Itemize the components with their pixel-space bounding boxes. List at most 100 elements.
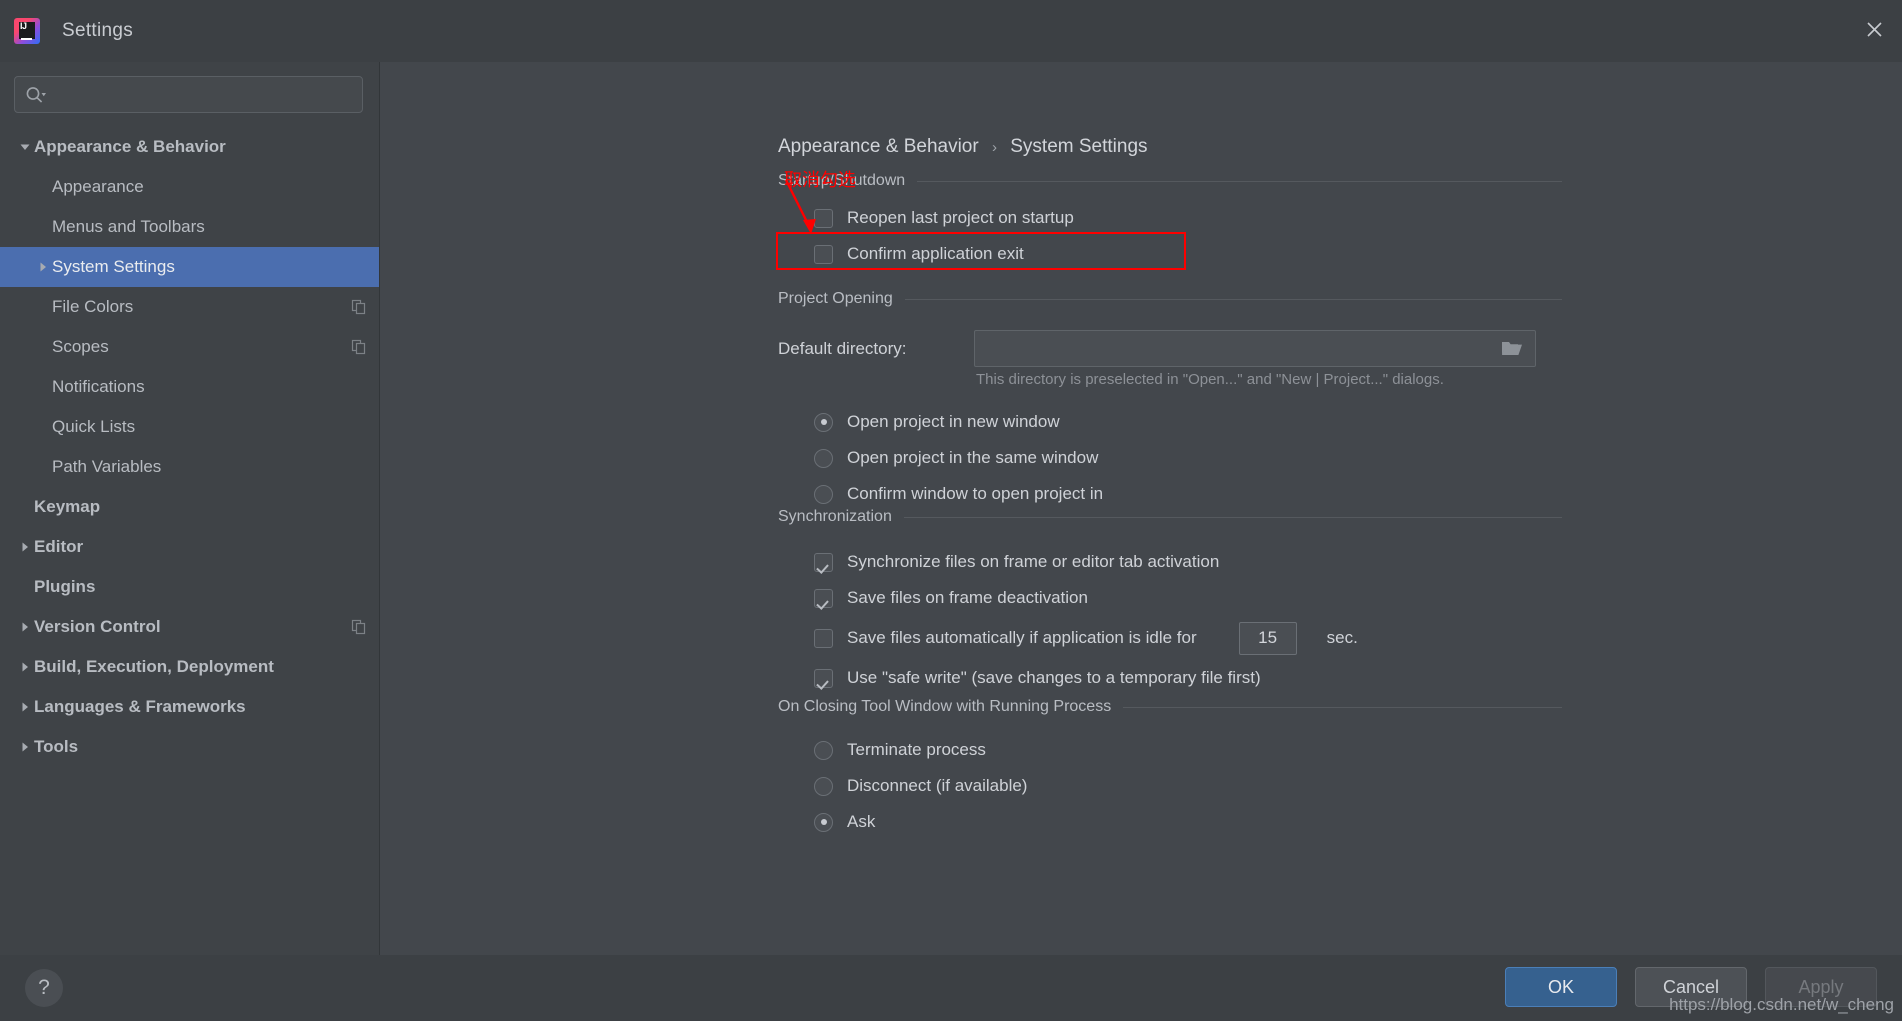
section-header: Project Opening [778, 290, 1562, 308]
sidebar-item-system-settings[interactable]: System Settings [0, 247, 379, 287]
confirm-window-radio[interactable] [814, 484, 833, 504]
sidebar-item-scopes[interactable]: Scopes [0, 327, 379, 367]
chevron-right-icon[interactable] [16, 658, 34, 676]
terminate-process-radio[interactable] [814, 740, 833, 760]
folder-icon[interactable] [1489, 331, 1535, 366]
radio-row-ask[interactable]: Ask [814, 804, 1562, 840]
search-box[interactable] [14, 76, 363, 113]
project-opening-radio-group: Open project in new window Open project … [778, 404, 1562, 512]
sidebar-item-plugins[interactable]: Plugins [0, 567, 379, 607]
chevron-down-icon[interactable] [16, 138, 34, 156]
radio-label: Confirm window to open project in [847, 484, 1104, 503]
save-files-on-frame-deactivation-checkbox[interactable] [814, 588, 833, 608]
breadcrumb: Appearance & Behavior › System Settings [778, 136, 1148, 158]
chevron-right-icon[interactable] [16, 538, 34, 556]
ok-button[interactable]: OK [1505, 967, 1617, 1007]
copy-icon[interactable] [351, 339, 367, 355]
save-files-automatically-checkbox[interactable] [814, 628, 833, 648]
sidebar-item-keymap[interactable]: Keymap [0, 487, 379, 527]
section-title: On Closing Tool Window with Running Proc… [778, 698, 1112, 715]
chevron-right-icon[interactable] [16, 738, 34, 756]
sidebar-item-quick-lists[interactable]: Quick Lists [0, 407, 379, 447]
default-directory-row: Default directory: [778, 330, 1562, 367]
radio-row-disconnect[interactable]: Disconnect (if available) [814, 768, 1562, 804]
copy-icon[interactable] [351, 299, 367, 315]
safe-write-checkbox[interactable] [814, 668, 833, 688]
section-title: Project Opening [778, 290, 893, 307]
chevron-right-icon[interactable] [16, 618, 34, 636]
checkbox-row-sync-files[interactable]: Synchronize files on frame or editor tab… [814, 544, 1562, 580]
sidebar-item-version-control[interactable]: Version Control [0, 607, 379, 647]
sidebar-item-menus-and-toolbars[interactable]: Menus and Toolbars [0, 207, 379, 247]
sidebar-item-label: Menus and Toolbars [52, 217, 205, 236]
radio-row-terminate-process[interactable]: Terminate process [814, 732, 1562, 768]
sidebar-item-label: Version Control [34, 617, 161, 636]
sidebar-item-label: Plugins [34, 577, 96, 596]
radio-label: Open project in the same window [847, 448, 1099, 467]
sidebar-item-label: System Settings [52, 257, 175, 276]
settings-sidebar: Appearance & Behavior Appearance Menus and… [0, 62, 380, 955]
section-header: Synchronization [778, 508, 1562, 526]
checkbox-label: Save files on frame deactivation [847, 588, 1088, 607]
radio-label: Open project in new window [847, 412, 1060, 431]
idle-seconds-field[interactable] [1238, 621, 1297, 655]
open-in-same-window-radio[interactable] [814, 448, 833, 468]
settings-tree: Appearance & Behavior Appearance Menus and… [0, 127, 379, 767]
sidebar-item-label: Scopes [52, 337, 109, 356]
ask-radio[interactable] [814, 812, 833, 832]
sidebar-item-build-execution-deployment[interactable]: Build, Execution, Deployment [0, 647, 379, 687]
sidebar-item-file-colors[interactable]: File Colors [0, 287, 379, 327]
search-icon [25, 85, 47, 105]
sidebar-item-appearance-behavior[interactable]: Appearance & Behavior [0, 127, 379, 167]
default-directory-field[interactable] [974, 330, 1536, 367]
sidebar-item-label: Appearance [52, 177, 144, 196]
radio-label: Ask [847, 812, 876, 831]
section-header: Startup/Shutdown [778, 172, 1562, 190]
radio-row-open-same-window[interactable]: Open project in the same window [814, 440, 1562, 476]
open-in-new-window-radio[interactable] [814, 412, 833, 432]
synchronize-files-checkbox[interactable] [814, 552, 833, 572]
radio-label: Disconnect (if available) [847, 776, 1028, 795]
sidebar-item-label: Editor [34, 537, 84, 556]
copy-icon[interactable] [351, 619, 367, 635]
sidebar-item-tools[interactable]: Tools [0, 727, 379, 767]
sidebar-item-label: Keymap [34, 497, 101, 516]
sidebar-item-appearance[interactable]: Appearance [0, 167, 379, 207]
radio-row-open-new-window[interactable]: Open project in new window [814, 404, 1562, 440]
window-title: Settings [62, 20, 134, 41]
help-button[interactable]: ? [25, 969, 63, 1007]
checkbox-row-save-on-deactivation[interactable]: Save files on frame deactivation [814, 580, 1562, 616]
breadcrumb-root[interactable]: Appearance & Behavior [778, 136, 979, 157]
sidebar-item-label: Appearance & Behavior [34, 137, 226, 156]
section-project-opening: Project Opening Default directory: This … [778, 290, 1562, 512]
sidebar-item-path-variables[interactable]: Path Variables [0, 447, 379, 487]
checkbox-label: Synchronize files on frame or editor tab… [847, 552, 1220, 571]
sidebar-item-notifications[interactable]: Notifications [0, 367, 379, 407]
checkbox-row-save-when-idle[interactable]: Save files automatically if application … [814, 616, 1562, 660]
chevron-right-icon[interactable] [16, 698, 34, 716]
radio-row-confirm-window[interactable]: Confirm window to open project in [814, 476, 1562, 512]
default-directory-input[interactable] [975, 340, 1489, 357]
settings-dialog: IJ Settings Appearance & Behavior Appear… [0, 0, 1902, 1021]
idle-seconds-input[interactable] [1239, 622, 1296, 654]
checkbox-row-reopen-last-project[interactable]: Reopen last project on startup [814, 200, 1562, 236]
default-directory-label: Default directory: [778, 338, 907, 358]
close-icon[interactable] [1846, 0, 1902, 58]
checkbox-label: Save files automatically if application … [847, 628, 1197, 647]
disconnect-radio[interactable] [814, 776, 833, 796]
intellij-idea-icon: IJ [14, 18, 40, 44]
synchronization-options: Synchronize files on frame or editor tab… [778, 544, 1562, 696]
sidebar-item-label: Languages & Frameworks [34, 697, 246, 716]
search-container [0, 62, 379, 123]
chevron-right-icon[interactable] [34, 258, 52, 276]
sidebar-item-editor[interactable]: Editor [0, 527, 379, 567]
checkbox-row-safe-write[interactable]: Use "safe write" (save changes to a temp… [814, 660, 1562, 696]
breadcrumb-current: System Settings [1010, 136, 1148, 157]
sidebar-item-languages-frameworks[interactable]: Languages & Frameworks [0, 687, 379, 727]
search-input[interactable] [47, 86, 352, 103]
